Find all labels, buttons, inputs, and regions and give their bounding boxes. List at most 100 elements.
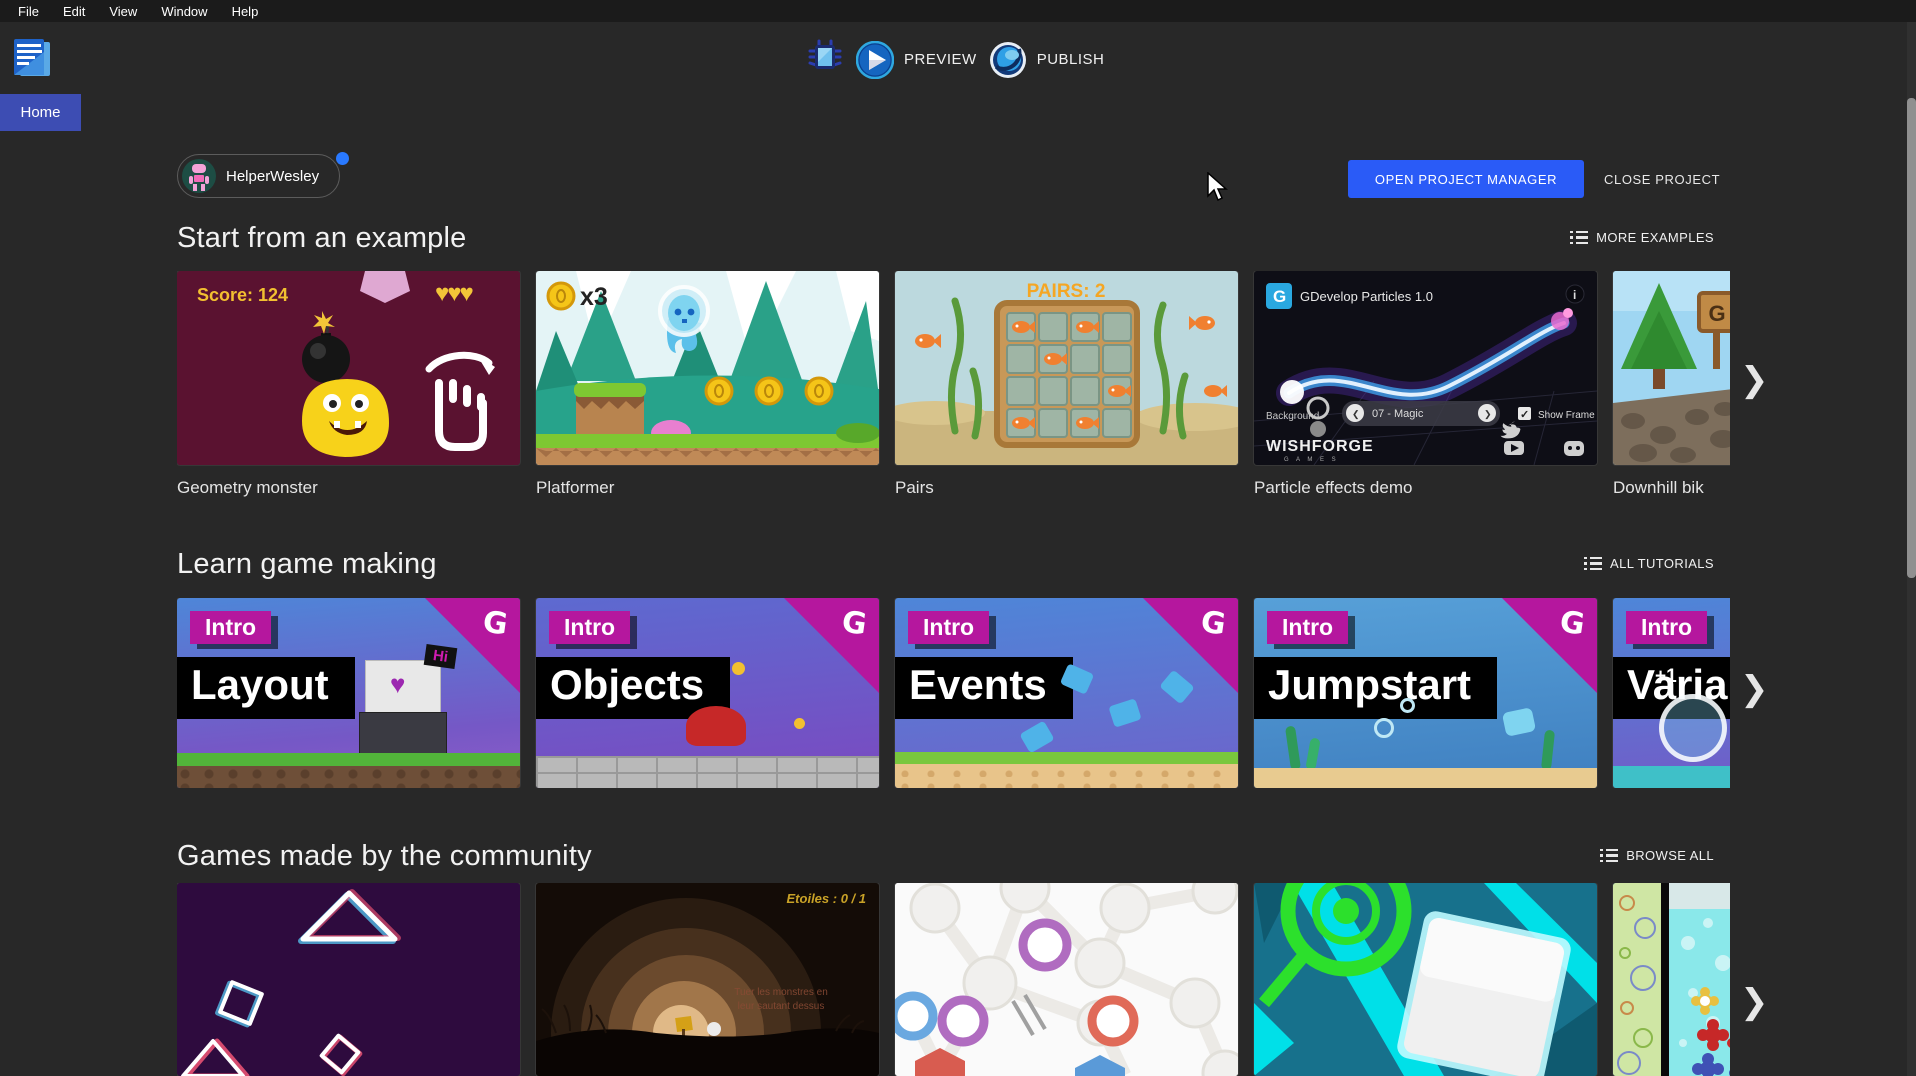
avatar [182, 159, 216, 193]
username: HelperWesley [226, 168, 319, 185]
svg-text:GDevelop Particles 1.0: GDevelop Particles 1.0 [1300, 289, 1433, 304]
neon-shapes-thumbnail [177, 883, 520, 1076]
all-tutorials-link[interactable]: ALL TUTORIALS [1584, 556, 1714, 571]
svg-text:PAIRS: 2: PAIRS: 2 [1027, 281, 1106, 302]
community-card-hex-puzzle[interactable] [895, 883, 1238, 1076]
water-strip [1613, 766, 1730, 788]
pairs-thumbnail: PAIRS: 2 [895, 271, 1238, 465]
svg-text:♥♥♥: ♥♥♥ [435, 280, 474, 307]
monster [302, 379, 389, 457]
tutorial-card-objects[interactable]: G Intro Objects [536, 598, 879, 788]
intro-tag: Intro [1626, 611, 1707, 644]
card-board [997, 303, 1137, 445]
svg-text:Etoiles : 0 / 1: Etoiles : 0 / 1 [787, 891, 866, 906]
fish-sprite [1108, 698, 1141, 728]
bee [794, 718, 805, 729]
card-title: Platformer [536, 478, 879, 498]
open-project-manager-button[interactable]: OPEN PROJECT MANAGER [1348, 160, 1584, 198]
menu-file[interactable]: File [6, 2, 51, 21]
fish-sprite [1502, 707, 1536, 737]
geometry-monster-thumbnail: Score: 124 ♥♥♥ [177, 271, 520, 465]
card-title: Particle effects demo [1254, 478, 1597, 498]
tutorial-card-layout[interactable]: G Intro Layout ♥ Hi [177, 598, 520, 788]
tutorial-card-variables[interactable]: G Intro Variab +1 [1613, 598, 1730, 788]
tutorials-section-title: Learn game making [177, 548, 437, 581]
preview-label: PREVIEW [904, 51, 977, 68]
svg-text:G A M E S: G A M E S [1284, 457, 1339, 463]
sand-strip [1254, 768, 1597, 788]
debug-icon[interactable] [806, 38, 844, 81]
example-card-platformer[interactable]: x3 Platformer [536, 271, 879, 503]
intro-tag: Intro [908, 611, 989, 644]
card-title: Geometry monster [177, 478, 520, 498]
scene-window: ♥ [365, 660, 441, 714]
community-next-chevron[interactable]: ❯ [1740, 985, 1769, 1019]
menu-edit[interactable]: Edit [51, 2, 97, 21]
menu-window[interactable]: Window [149, 2, 219, 21]
example-card-downhill[interactable]: G Downhill bik [1613, 271, 1730, 503]
platform-block [574, 383, 646, 441]
stone-strip [536, 756, 879, 788]
notification-dot [336, 152, 349, 165]
sunset-thumbnail: Etoiles : 0 / 1 Tuer les monstres en leu… [536, 883, 879, 1076]
svg-text:❮: ❮ [1352, 409, 1360, 420]
example-card-geometry-monster[interactable]: Score: 124 ♥♥♥ [177, 271, 520, 503]
publish-label: PUBLISH [1037, 51, 1105, 68]
dirt-strip [177, 766, 520, 788]
list-icon [1584, 557, 1602, 571]
coins [706, 378, 832, 404]
card-title: Pairs [895, 478, 1238, 498]
menu-help[interactable]: Help [220, 2, 271, 21]
downhill-thumbnail: G [1613, 271, 1730, 465]
bubble [1374, 718, 1394, 738]
examples-section-title: Start from an example [177, 222, 467, 255]
publish-globe-icon [989, 41, 1027, 79]
bubbles-thumbnail [1613, 883, 1730, 1076]
community-card-sunset[interactable]: Etoiles : 0 / 1 Tuer les monstres en leu… [536, 883, 879, 1076]
fish-sprite [1019, 720, 1054, 753]
intro-tag: Intro [1267, 611, 1348, 644]
svg-text:Tuer les monstres en: Tuer les monstres en [734, 987, 828, 998]
community-card-teal-rings[interactable] [1254, 883, 1597, 1076]
example-card-particle-effects[interactable]: G GDevelop Particles 1.0 i Background ❮ … [1254, 271, 1597, 503]
svg-text:x3: x3 [580, 283, 608, 311]
tutorial-card-events[interactable]: G Intro Events [895, 598, 1238, 788]
hex-puzzle-thumbnail [895, 883, 1238, 1076]
intro-tag: Intro [549, 611, 630, 644]
browse-all-link[interactable]: BROWSE ALL [1600, 848, 1714, 863]
platformer-thumbnail: x3 [536, 271, 879, 465]
publish-button[interactable]: PUBLISH [989, 41, 1105, 79]
close-project-button[interactable]: CLOSE PROJECT [1598, 160, 1726, 198]
svg-text:07 - Magic: 07 - Magic [1372, 408, 1424, 420]
list-icon [1600, 849, 1618, 863]
more-examples-link[interactable]: MORE EXAMPLES [1570, 230, 1714, 245]
community-card-neon-shapes[interactable] [177, 883, 520, 1076]
example-card-pairs[interactable]: PAIRS: 2 [895, 271, 1238, 503]
card-title: Downhill bik [1613, 478, 1730, 498]
plus-one-label: +1 [1655, 666, 1677, 688]
sand-strip [895, 764, 1238, 788]
user-profile-chip[interactable]: HelperWesley [177, 154, 340, 198]
preview-button[interactable]: PREVIEW [856, 41, 977, 79]
community-card-bubbles[interactable] [1613, 883, 1730, 1076]
tutorials-next-chevron[interactable]: ❯ [1740, 672, 1769, 706]
svg-text:i: i [1573, 288, 1576, 302]
tutorial-card-jumpstart[interactable]: G Intro Jumpstart [1254, 598, 1597, 788]
svg-text:❯: ❯ [1484, 409, 1492, 420]
svg-text:Score: 124: Score: 124 [197, 285, 288, 305]
svg-text:G: G [1708, 301, 1725, 326]
svg-text:WISHFORGE: WISHFORGE [1266, 438, 1374, 455]
gdevelop-window: File Edit View Window Help [0, 0, 1916, 1076]
gdevelop-logo-icon [10, 36, 54, 80]
community-section-title: Games made by the community [177, 840, 592, 873]
svg-text:Show Frame: Show Frame [1538, 410, 1595, 421]
scrollbar-thumb[interactable] [1907, 98, 1916, 578]
menu-view[interactable]: View [97, 2, 149, 21]
examples-next-chevron[interactable]: ❯ [1740, 363, 1769, 397]
community-card-row: Etoiles : 0 / 1 Tuer les monstres en leu… [177, 883, 1730, 1076]
seaweed [1285, 726, 1301, 771]
svg-text:✓: ✓ [1520, 409, 1529, 421]
intro-tag: Intro [190, 611, 271, 644]
tab-home[interactable]: Home [0, 94, 81, 131]
tutorial-title: Layout [177, 657, 355, 719]
